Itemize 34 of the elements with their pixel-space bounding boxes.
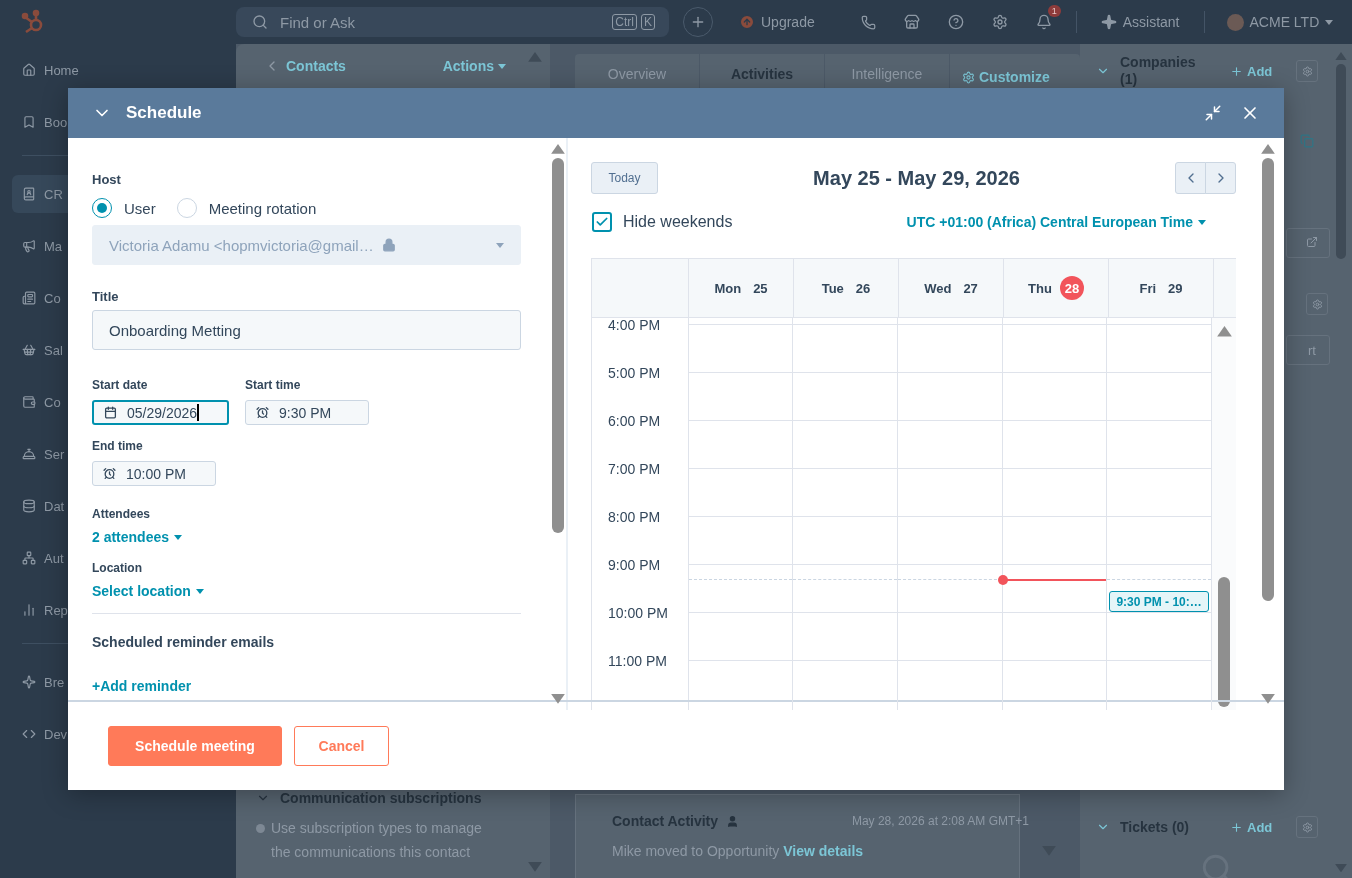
day-number: 29 — [1168, 280, 1183, 296]
day-number: 25 — [753, 280, 768, 296]
time-label: 5:00 PM — [608, 365, 661, 381]
field-label: Location — [92, 561, 143, 575]
field-label: End time — [92, 439, 144, 453]
time-label: 7:00 PM — [608, 461, 661, 477]
day-number: 27 — [963, 280, 978, 296]
field-label: Host — [92, 172, 122, 187]
field-label: Start time — [245, 378, 302, 392]
dialog-title: Schedule — [126, 103, 202, 123]
time-label: 8:00 PM — [608, 509, 661, 525]
time-label: 9:00 PM — [608, 557, 661, 573]
day-header: Wed 27 — [899, 259, 1004, 317]
time-label: 11:00 PM — [608, 653, 667, 669]
subscription-text: Use subscription types to manage the communications this contact — [271, 819, 483, 862]
day-number: 26 — [855, 280, 871, 296]
time-label: 10:00 PM — [608, 605, 668, 621]
time-label: 4:00 PM — [608, 318, 661, 333]
activity-text: Mike moved to Opportunity View details — [612, 842, 865, 861]
field-label: Attendees — [92, 507, 151, 521]
day-header: Mon 25 — [689, 259, 794, 317]
field-label: Title — [92, 289, 120, 304]
keyboard-key: Ctrl — [612, 14, 637, 30]
field-label: Start date — [92, 378, 149, 392]
time-label: 6:00 PM — [608, 413, 661, 429]
day-number: 28 — [1059, 276, 1084, 300]
day-header: Tue 26 — [794, 259, 899, 317]
notification-badge: 1 — [1047, 5, 1061, 17]
day-header: Fri 29 — [1109, 259, 1214, 317]
day-header: Thu 28 — [1004, 259, 1109, 317]
keyboard-key: K — [641, 14, 655, 30]
activity-time: May 28, 2026 at 2:08 AM GMT+1 — [851, 814, 1029, 828]
section-title: Scheduled reminder emails — [92, 634, 276, 650]
date-range-title: May 25 - May 29, 2026 — [812, 166, 1021, 190]
